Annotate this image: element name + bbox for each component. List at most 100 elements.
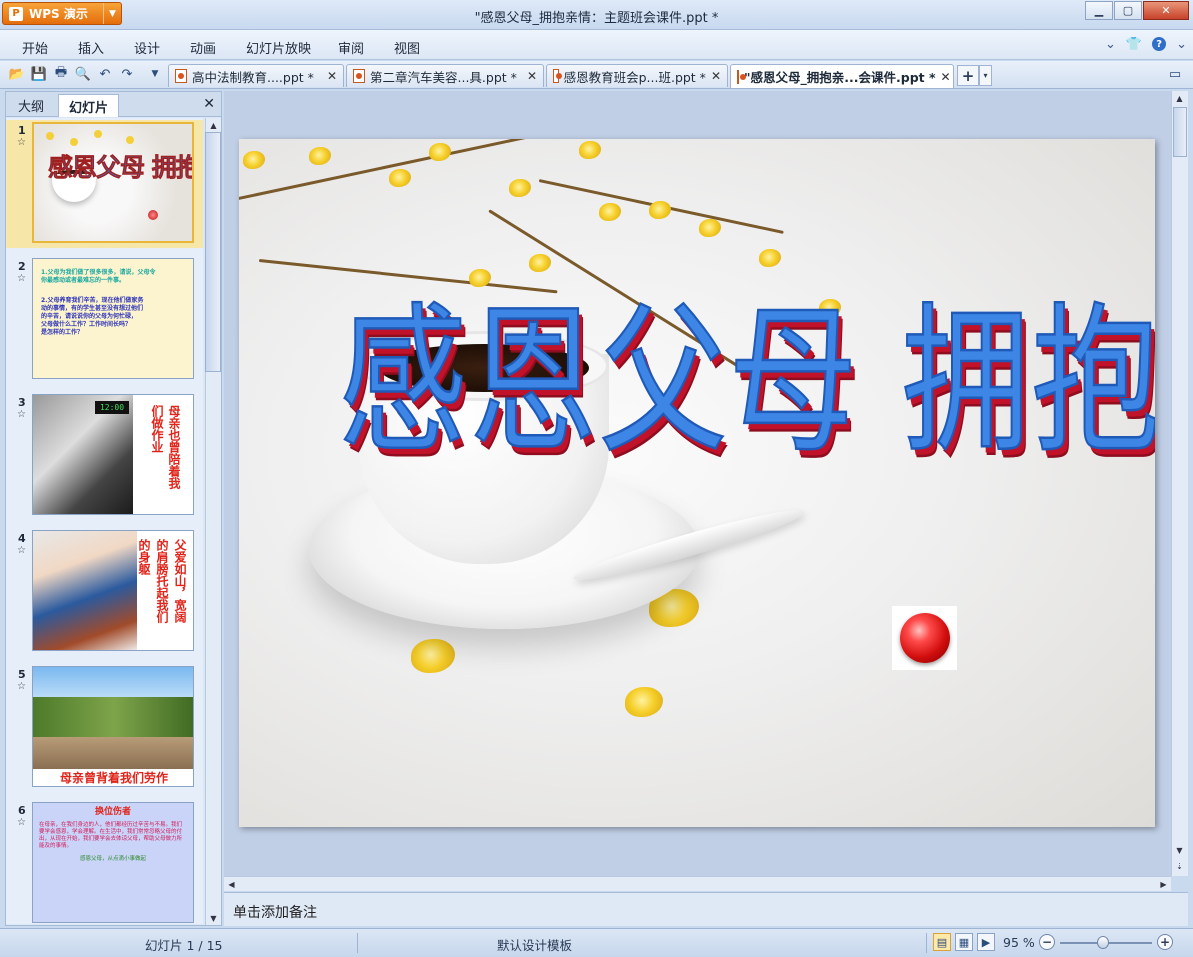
save-icon[interactable]: 💾: [30, 65, 48, 83]
flower-icon: [599, 203, 621, 221]
menu-review[interactable]: 审阅: [338, 38, 364, 57]
scroll-left-icon[interactable]: ◀: [224, 877, 239, 891]
flower-icon: [46, 132, 54, 140]
slide-thumbnail-1[interactable]: 1 ☆ 感恩父母 拥抱亲情: [6, 120, 203, 248]
slide-number: 5: [18, 668, 26, 681]
text-line: 的辛苦，请说说你的父母为何忙碌，: [41, 313, 138, 320]
menu-right-tools: ⌄ 👕 ? ⌄: [1105, 37, 1187, 52]
scroll-down-icon[interactable]: ▼: [206, 911, 221, 925]
photo-image: [33, 531, 137, 650]
menu-animation[interactable]: 动画: [190, 38, 216, 57]
zoom-level: 95 %: [1003, 935, 1035, 950]
chevron-down-icon[interactable]: ⌄: [1105, 37, 1116, 52]
slide-horizontal-scrollbar[interactable]: ◀ ▶: [224, 876, 1171, 891]
close-icon[interactable]: ✕: [941, 70, 951, 84]
red-orb-icon: [899, 613, 950, 663]
tab-label: 高中法制教育....ppt *: [192, 69, 314, 85]
main-slide[interactable]: 感恩父母 拥抱亲情: [239, 139, 1155, 827]
print-icon[interactable]: 🖶: [52, 65, 70, 83]
menu-slideshow[interactable]: 幻灯片放映: [246, 38, 311, 57]
zoom-out-button[interactable]: −: [1039, 934, 1055, 950]
thumbnail-image: 感恩父母 拥抱亲情: [32, 122, 194, 243]
scrollbar-thumb[interactable]: [205, 132, 221, 372]
slide-number: 2: [18, 260, 26, 273]
menu-design[interactable]: 设计: [134, 38, 160, 57]
scroll-up-icon[interactable]: ▲: [1172, 91, 1187, 105]
maximize-button[interactable]: ▢: [1114, 1, 1142, 20]
slide-number: 3: [18, 396, 26, 409]
close-button[interactable]: ✕: [1143, 1, 1189, 20]
animation-star-icon: ☆: [17, 817, 26, 828]
customize-dropdown-icon[interactable]: ▼: [146, 65, 164, 83]
flower-icon: [625, 687, 663, 717]
notes-pane[interactable]: 单击添加备注: [224, 892, 1188, 926]
zoom-in-button[interactable]: +: [1157, 934, 1173, 950]
window-layout-icon[interactable]: ▭: [1166, 65, 1184, 83]
animation-star-icon: ☆: [17, 545, 26, 556]
status-bar: 幻灯片 1 / 15 默认设计模板 ▤ ▦ ▶ 95 % − +: [0, 928, 1193, 957]
tab-document-1[interactable]: 高中法制教育....ppt * ✕: [168, 64, 344, 87]
close-icon[interactable]: ✕: [527, 69, 537, 83]
close-icon[interactable]: ✕: [711, 69, 721, 83]
scroll-right-icon[interactable]: ▶: [1156, 877, 1171, 891]
tab-document-2[interactable]: 第二章汽车美容...具.ppt * ✕: [346, 64, 544, 87]
close-icon[interactable]: ✕: [327, 69, 337, 83]
tab-outline[interactable]: 大纲: [8, 94, 54, 117]
flower-icon: [411, 639, 455, 673]
menu-view[interactable]: 视图: [394, 38, 420, 57]
template-name[interactable]: 默认设计模板: [497, 935, 572, 954]
panel-tabs: 大纲 幻灯片 ✕: [6, 92, 221, 117]
slide-thumbnail-4[interactable]: 4 ☆ 父爱如山，宽阔 的肩膀托起我们 的身躯: [6, 528, 203, 656]
next-slide-icon[interactable]: ⇣: [1172, 859, 1187, 873]
text-line: 你最感动或者最难忘的一件事。: [41, 277, 126, 284]
thumbnail-text: 的肩膀托起我们: [155, 539, 169, 623]
scroll-down-icon[interactable]: ▼: [1172, 843, 1187, 857]
close-icon[interactable]: ✕: [203, 96, 215, 112]
tab-label: 第二章汽车美容...具.ppt *: [370, 69, 517, 85]
thumbnail-title: 感恩父母 拥抱亲情: [48, 153, 192, 183]
status-divider: [926, 933, 927, 953]
slide-thumbnail-2[interactable]: 2 ☆ 1.父母为我们做了很多很多，请说，父母令 你最感动或者最难忘的一件事。 …: [6, 256, 203, 384]
slide-sorter-icon[interactable]: ▦: [955, 933, 973, 951]
slideshow-icon[interactable]: ▶: [977, 933, 995, 951]
slide-number: 4: [18, 532, 26, 545]
thumbnail-text: 1.父母为我们做了很多很多，请说，父母令 你最感动或者最难忘的一件事。: [41, 269, 185, 285]
slide-thumbnail-3[interactable]: 3 ☆ 12:00 母亲也曾陪着我 们做作业: [6, 392, 203, 520]
tab-slides[interactable]: 幻灯片: [58, 94, 120, 117]
chevron-down-icon[interactable]: ⌄: [1176, 37, 1187, 52]
undo-icon[interactable]: ↶: [96, 65, 114, 83]
help-icon[interactable]: ?: [1152, 37, 1167, 51]
menu-insert[interactable]: 插入: [78, 38, 104, 57]
thumbnail-text: 们做作业: [150, 405, 164, 453]
slide-thumbnail-6[interactable]: 6 ☆ 换位伤者 在母亲，在我们身边的人，他们都经历过辛苦与不易。我们要学会感恩…: [6, 800, 203, 924]
skin-icon[interactable]: 👕: [1126, 37, 1142, 52]
tab-document-4[interactable]: "感恩父母_拥抱亲...会课件.ppt * ✕: [730, 64, 954, 88]
branch-image: [239, 139, 582, 202]
slide-title[interactable]: 感恩父母 拥抱亲情: [338, 279, 1155, 487]
flower-icon: [389, 169, 411, 187]
red-orb-button[interactable]: [892, 606, 957, 670]
trees-image: [33, 697, 193, 737]
redo-icon[interactable]: ↷: [118, 65, 136, 83]
print-preview-icon[interactable]: 🔍: [74, 65, 92, 83]
normal-view-icon[interactable]: ▤: [933, 933, 951, 951]
new-tab-button[interactable]: +: [957, 65, 979, 86]
thumbnail-text: 母亲也曾陪着我: [167, 405, 181, 489]
tab-list-dropdown[interactable]: ▾: [979, 65, 992, 86]
text-line: 动的事情，有的学生甚至没有想过他们: [41, 305, 144, 312]
zoom-slider-knob[interactable]: [1097, 936, 1109, 949]
ppt-file-icon: [353, 69, 365, 83]
flower-icon: [759, 249, 781, 267]
menu-start[interactable]: 开始: [22, 38, 48, 57]
flower-icon: [126, 136, 134, 144]
field-image: [33, 737, 193, 769]
minimize-button[interactable]: ▁: [1085, 1, 1113, 20]
scrollbar-thumb[interactable]: [1173, 107, 1187, 157]
open-icon[interactable]: 📂: [8, 65, 26, 83]
ppt-file-icon: [175, 69, 187, 83]
scroll-up-icon[interactable]: ▲: [206, 118, 221, 132]
slide-thumbnail-5[interactable]: 5 ☆ 母亲曾背着我们劳作: [6, 664, 203, 792]
thumbnail-scrollbar[interactable]: ▲ ▼: [205, 118, 221, 925]
tab-document-3[interactable]: 感恩教育班会p...班.ppt * ✕: [546, 64, 728, 87]
slide-vertical-scrollbar[interactable]: ▲ ▼ ⇣: [1171, 91, 1188, 876]
